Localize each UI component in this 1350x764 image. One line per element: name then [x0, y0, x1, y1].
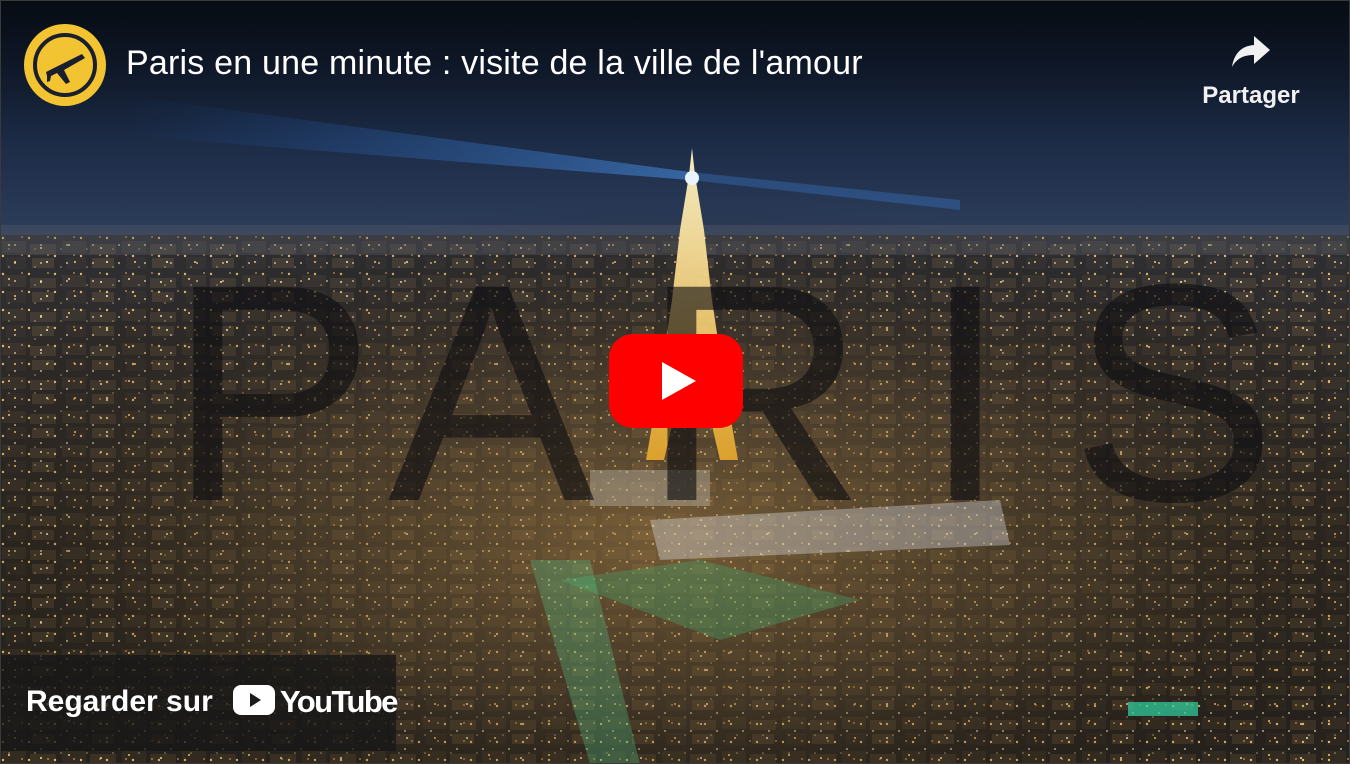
youtube-logo-icon: [233, 685, 275, 715]
play-icon: [609, 334, 743, 428]
watch-on-label: Regarder sur: [26, 685, 213, 718]
airplane-icon: [33, 33, 97, 97]
watch-on-youtube-button[interactable]: Regarder sur YouTube: [0, 655, 398, 751]
play-button[interactable]: [609, 334, 743, 428]
video-player[interactable]: P A R I S Paris en une minute : visite d…: [0, 0, 1350, 764]
youtube-wordmark: YouTube: [280, 684, 398, 719]
share-arrow-icon: [1232, 36, 1270, 67]
share-label: Partager: [1202, 82, 1300, 109]
share-button[interactable]: Partager: [1196, 30, 1306, 130]
thumbnail-letter-a: A: [388, 219, 596, 566]
thumbnail-letter-i: I: [922, 219, 1008, 566]
video-title[interactable]: Paris en une minute : visite de la ville…: [126, 44, 863, 83]
thumbnail-letter-p: P: [168, 219, 375, 566]
thumbnail-letter-s: S: [1070, 219, 1277, 566]
channel-avatar[interactable]: [24, 24, 106, 106]
